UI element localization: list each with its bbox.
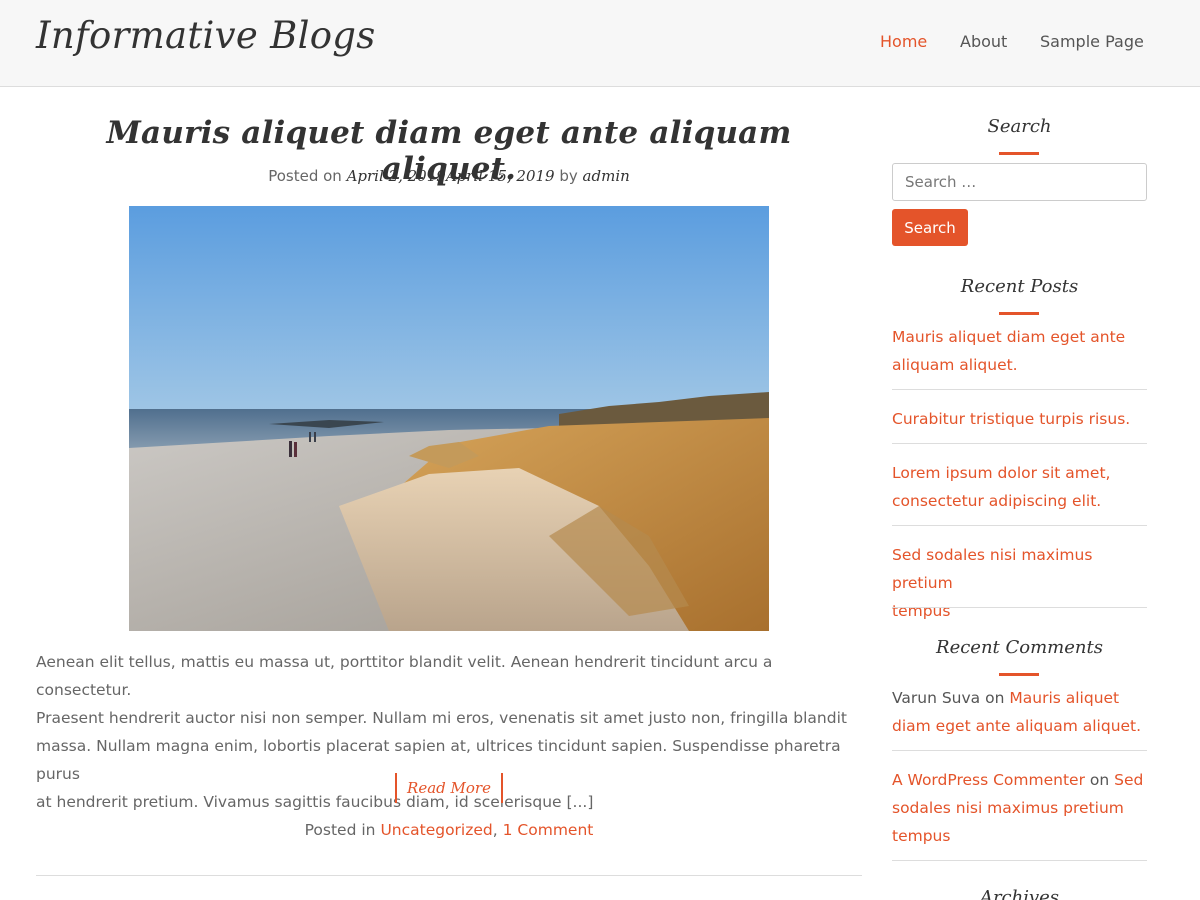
footer-separator: , [492, 821, 498, 839]
nav-item-home[interactable]: Home [880, 32, 927, 51]
recent-comment-item: A WordPress Commenter on Sed sodales nisi… [892, 766, 1147, 850]
widget-title-underline [999, 152, 1039, 155]
site-header: Informative Blogs Home About Sample Page [0, 0, 1200, 87]
post-date-updated[interactable]: April 15, 2019 [446, 167, 555, 185]
post-meta: Posted on April 2, 2019April 15, 2019 by… [36, 167, 862, 185]
list-divider [892, 860, 1147, 861]
post-divider [36, 875, 862, 876]
post-meta-by: by [559, 167, 578, 185]
widget-title-underline [999, 312, 1039, 315]
comment-author-link[interactable]: A WordPress Commenter [892, 771, 1085, 789]
recent-posts-title: Recent Posts [960, 276, 1079, 297]
recent-post-link[interactable]: Curabitur tristique turpis risus. [892, 410, 1130, 428]
search-input[interactable] [892, 163, 1147, 201]
nav-item-about[interactable]: About [960, 32, 1007, 51]
recent-post-item: Sed sodales nisi maximus pretium tempus [892, 541, 1147, 625]
post-author-link[interactable]: admin [583, 167, 630, 185]
nav-item-sample-page[interactable]: Sample Page [1040, 32, 1144, 51]
comment-on: on [1089, 771, 1110, 789]
category-link[interactable]: Uncategorized [380, 821, 492, 839]
excerpt-line: Aenean elit tellus, mattis eu massa ut, … [36, 653, 773, 699]
list-divider [892, 443, 1147, 444]
post-footer: Posted in Uncategorized, 1 Comment [36, 821, 862, 839]
excerpt-line: Praesent hendrerit auctor nisi non sempe… [36, 709, 847, 727]
list-divider [892, 525, 1147, 526]
post-meta-prefix: Posted on [268, 167, 342, 185]
search-button[interactable]: Search [892, 209, 968, 246]
list-divider [892, 607, 1147, 608]
recent-post-link[interactable]: Sed sodales nisi maximus pretium tempus [892, 546, 1092, 620]
post-footer-prefix: Posted in [304, 821, 376, 839]
widget-title-underline [999, 673, 1039, 676]
archives-title: Archives [979, 887, 1060, 900]
recent-post-link[interactable]: Mauris aliquet diam eget ante aliquam ali… [892, 328, 1125, 374]
list-divider [892, 750, 1147, 751]
comments-link[interactable]: 1 Comment [503, 821, 594, 839]
read-more-button[interactable]: Read More [395, 773, 503, 803]
recent-post-item: Lorem ipsum dolor sit amet, consectetur a… [892, 459, 1147, 515]
search-widget-title: Search [987, 116, 1052, 137]
featured-image[interactable] [129, 206, 769, 631]
recent-post-link[interactable]: Lorem ipsum dolor sit amet, consectetur a… [892, 464, 1110, 510]
list-divider [892, 389, 1147, 390]
comment-author: Varun Suva [892, 689, 981, 707]
recent-post-item: Curabitur tristique turpis risus. [892, 405, 1147, 433]
recent-comment-item: Varun Suva on Mauris aliquet diam eget an… [892, 684, 1147, 740]
recent-comments-title: Recent Comments [936, 637, 1103, 658]
recent-post-item: Mauris aliquet diam eget ante aliquam ali… [892, 323, 1147, 379]
comment-on: on [985, 689, 1005, 707]
site-title[interactable]: Informative Blogs [36, 14, 376, 57]
post-date-published[interactable]: April 2, 2019 [347, 167, 446, 185]
